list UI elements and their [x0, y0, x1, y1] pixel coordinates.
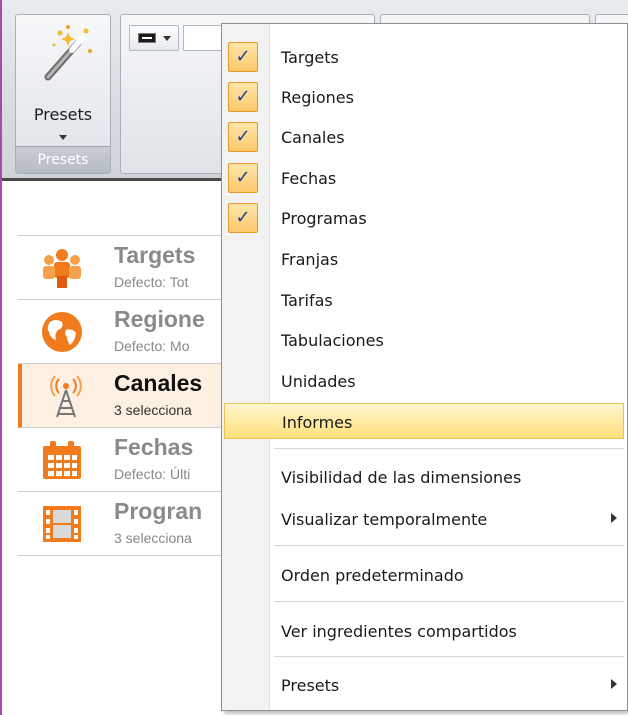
presets-button[interactable]: Presets [16, 15, 110, 147]
list-item-subtitle: 3 selecciona [114, 402, 192, 418]
menu-item-label: Fechas [281, 169, 337, 188]
list-item-subtitle: Defecto: Últi [114, 466, 191, 482]
magic-wand-icon [44, 25, 92, 81]
menu-item-label: Canales [281, 128, 345, 147]
menu-item-label: Unidades [281, 372, 356, 391]
menu-item-presets[interactable]: Presets [222, 667, 627, 703]
menu-item-label: Orden predeterminado [281, 566, 464, 585]
list-item-title: Canales [114, 370, 203, 396]
chevron-down-icon [163, 36, 171, 41]
list-item-title: Fechas [114, 434, 194, 460]
list-item-fechas[interactable]: Fechas Defecto: Últi [18, 428, 248, 492]
monitor-dropdown-button[interactable] [129, 25, 179, 51]
monitor-icon [138, 33, 156, 43]
list-item-title: Progran [114, 498, 203, 524]
calendar-icon [43, 441, 81, 479]
menu-item-fechas[interactable]: ✓ Fechas [222, 160, 627, 196]
list-item-programas[interactable]: Progran 3 selecciona [18, 492, 248, 556]
menu-item-label: Franjas [281, 250, 339, 269]
check-icon: ✓ [228, 42, 258, 72]
menu-item-label: Tarifas [281, 291, 333, 310]
list-item-canales[interactable]: Canales 3 selecciona [18, 364, 248, 428]
menu-item-label: Programas [281, 209, 367, 228]
menu-item-regiones[interactable]: ✓ Regiones [222, 79, 627, 115]
presets-button-label: Presets [33, 105, 93, 124]
people-icon [43, 249, 81, 288]
list-item-title: Regione [114, 306, 205, 332]
menu-separator [274, 448, 624, 449]
menu-item-label: Regiones [281, 88, 354, 107]
chevron-right-icon [611, 679, 617, 689]
menu-item-label: Visibilidad de las dimensiones [281, 468, 522, 487]
check-icon: ✓ [228, 203, 258, 233]
chevron-right-icon [611, 513, 617, 523]
context-menu: ✓ Targets ✓ Regiones ✓ Canales ✓ Fechas … [221, 23, 628, 711]
menu-item-tabulaciones[interactable]: Tabulaciones [222, 322, 627, 358]
menu-separator [274, 601, 624, 602]
check-icon: ✓ [228, 82, 258, 112]
menu-separator [274, 656, 624, 657]
list-item-regiones[interactable]: Regione Defecto: Mo [18, 300, 248, 364]
list-item-subtitle: Defecto: Tot [114, 274, 189, 290]
presets-group-caption: Presets [16, 146, 110, 173]
menu-item-label: Targets [281, 48, 339, 67]
menu-item-visibilidad[interactable]: Visibilidad de las dimensiones [222, 459, 627, 495]
globe-icon [42, 312, 82, 352]
menu-item-label: Ver ingredientes compartidos [281, 622, 517, 641]
film-icon [43, 506, 81, 542]
menu-item-informes[interactable]: Informes [224, 403, 624, 439]
list-item-subtitle: Defecto: Mo [114, 338, 190, 354]
check-icon: ✓ [228, 163, 258, 193]
menu-item-visualizar-temporalmente[interactable]: Visualizar temporalmente [222, 501, 627, 537]
list-item-title: Targets [114, 242, 196, 268]
menu-item-label: Tabulaciones [281, 331, 384, 350]
menu-item-label: Informes [282, 413, 353, 432]
menu-item-label: Presets [281, 676, 340, 695]
menu-item-label: Visualizar temporalmente [281, 510, 488, 529]
menu-item-ver-ingredientes[interactable]: Ver ingredientes compartidos [222, 613, 627, 649]
menu-item-franjas[interactable]: Franjas [222, 241, 627, 277]
menu-separator [274, 545, 624, 546]
menu-item-targets[interactable]: ✓ Targets [222, 39, 627, 75]
list-item-subtitle: 3 selecciona [114, 530, 192, 546]
menu-item-canales[interactable]: ✓ Canales [222, 119, 627, 155]
antenna-icon [50, 375, 82, 418]
dimension-list: Targets Defecto: Tot Regione Defecto: Mo… [18, 235, 248, 556]
presets-group: Presets Presets [15, 14, 111, 174]
menu-item-orden-predeterminado[interactable]: Orden predeterminado [222, 557, 627, 593]
menu-item-tarifas[interactable]: Tarifas [222, 282, 627, 318]
check-icon: ✓ [228, 122, 258, 152]
menu-item-unidades[interactable]: Unidades [222, 363, 627, 399]
list-item-targets[interactable]: Targets Defecto: Tot [18, 235, 248, 300]
chevron-down-icon [59, 135, 67, 140]
menu-item-programas[interactable]: ✓ Programas [222, 200, 627, 236]
